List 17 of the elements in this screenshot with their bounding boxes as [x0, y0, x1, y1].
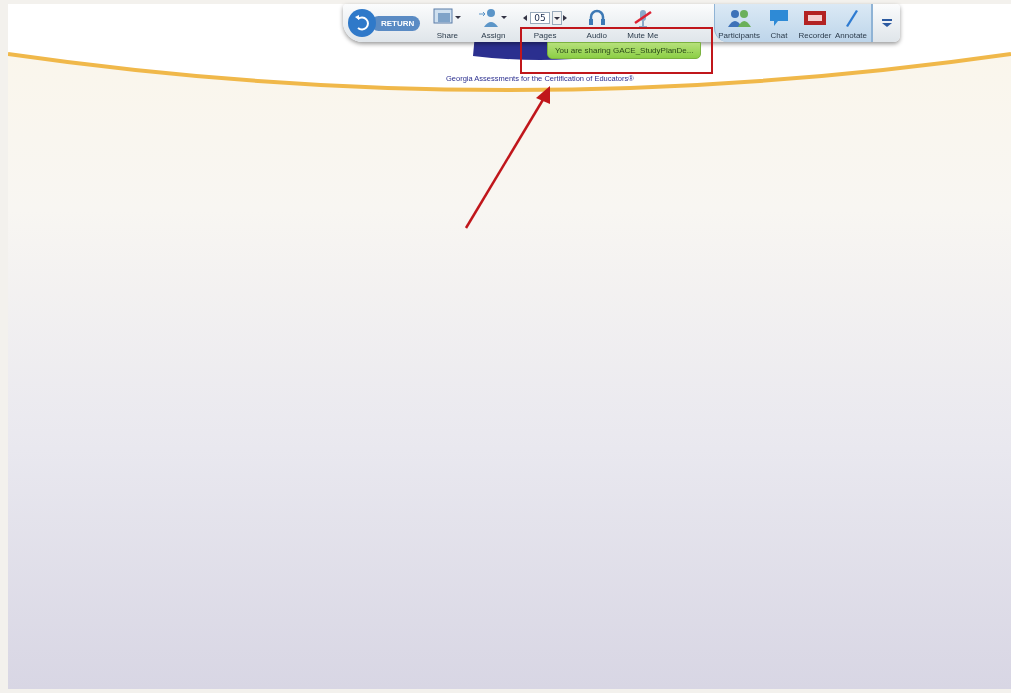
- toolbar-label[interactable]: Assign: [481, 31, 506, 40]
- toolbar-label[interactable]: Pages: [533, 31, 557, 40]
- return-button[interactable]: RETURN: [343, 4, 425, 42]
- sharing-tooltip: You are sharing GACE_StudyPlanDe...: [547, 42, 702, 59]
- person-icon[interactable]: [478, 7, 509, 29]
- toolbar-label[interactable]: Mute Me: [627, 31, 659, 40]
- page-number-field[interactable]: 05: [530, 12, 550, 24]
- dropdown-icon[interactable]: [551, 11, 562, 25]
- toolbar-label[interactable]: Chat: [770, 31, 788, 40]
- toolbar-label[interactable]: Share: [436, 31, 458, 40]
- toolbar-label[interactable]: Recorder: [798, 31, 832, 40]
- toolbar-label[interactable]: Audio: [586, 31, 608, 40]
- menu-icon[interactable]: [881, 18, 893, 28]
- previous-page-icon[interactable]: [523, 15, 528, 21]
- toolbar-label[interactable]: Participants: [718, 31, 760, 40]
- toolbar-label[interactable]: Annotate: [835, 31, 867, 40]
- back-icon: [347, 8, 377, 38]
